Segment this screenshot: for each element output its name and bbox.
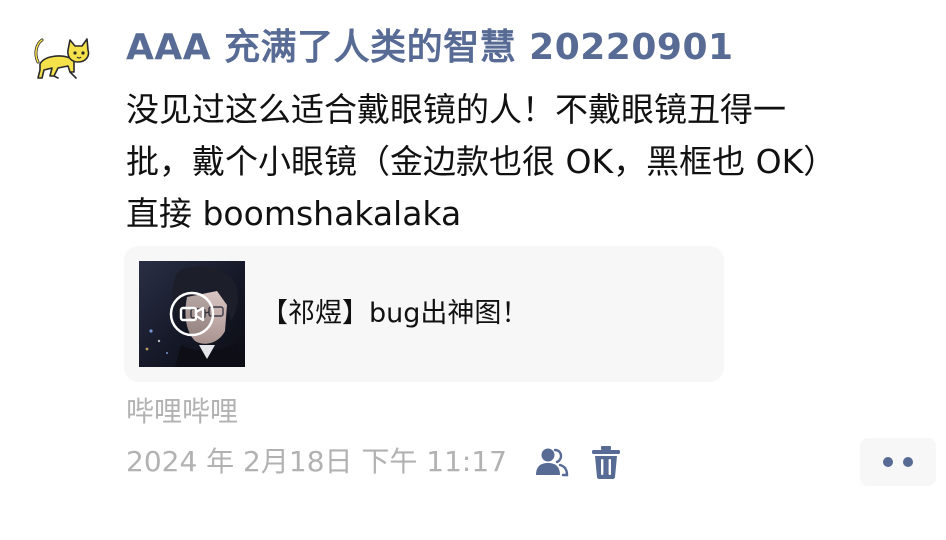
post-text-line: 批，戴个小眼镜（金边款也很 OK，黑框也 OK）	[126, 142, 837, 181]
post-text-line: 没见过这么适合戴眼镜的人！不戴眼镜丑得一	[126, 90, 786, 129]
video-thumbnail	[139, 261, 245, 367]
shared-video-card[interactable]: 【祁煜】bug出神图！	[124, 246, 724, 382]
visible-to-some-icon[interactable]	[533, 444, 569, 480]
more-button[interactable]	[860, 438, 936, 486]
cat-avatar-icon	[34, 38, 90, 79]
post-text: 没见过这么适合戴眼镜的人！不戴眼镜丑得一 批，戴个小眼镜（金边款也很 OK，黑框…	[126, 84, 926, 240]
more-dot-icon	[883, 457, 893, 467]
post-timestamp: 2024 年 2月18日 下午 11:17	[126, 445, 507, 478]
more-dot-icon	[903, 457, 913, 467]
video-camera-icon	[169, 291, 215, 337]
post-source[interactable]: 哔哩哔哩	[126, 392, 238, 432]
avatar[interactable]	[30, 32, 94, 88]
trash-icon[interactable]	[590, 444, 622, 480]
shared-video-title: 【祁煜】bug出神图！	[261, 298, 529, 329]
post-text-line: 直接 boomshakalaka	[126, 194, 462, 233]
author-name[interactable]: AAA 充满了人类的智慧 20220901	[126, 26, 734, 70]
